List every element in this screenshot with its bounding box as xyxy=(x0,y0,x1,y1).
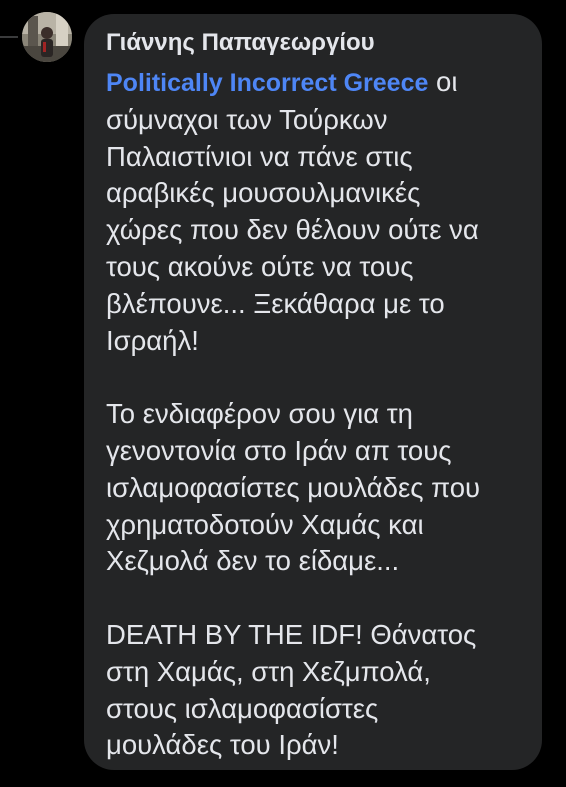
comment-line: σύμναχοι των Τούρκων xyxy=(106,103,388,135)
comment-line: Το ενδιαφέρον σου για τη xyxy=(106,398,413,430)
comment-author-name[interactable]: Γιάννης Παπαγεωργίου xyxy=(106,28,522,58)
page-mention-link[interactable]: Politically Incorrect Greece xyxy=(106,69,428,97)
comment-line: Ισραήλ! xyxy=(106,324,199,356)
comment-line-1: Politically Incorrect Greece οι xyxy=(106,64,526,102)
comment-line: Παλαιστίνιοι να πάνε στις xyxy=(106,140,413,172)
profile-photo xyxy=(22,12,72,62)
avatar[interactable] xyxy=(22,12,72,62)
comment-line: DEATH BY THE IDF! Θάνατος xyxy=(106,618,477,650)
comment-bubble: Γιάννης Παπαγεωργίου Politically Incorre… xyxy=(84,14,542,770)
comment-line: στη Χαμάς, στη Χεζμπολά, xyxy=(106,655,431,687)
comment-line: τους ακούνε ούτε να τους xyxy=(106,250,414,282)
comment-line: αραβικές μουσουλμανικές xyxy=(106,177,421,209)
comment-line: χρηματοδοτούν Χαμάς και xyxy=(106,508,424,540)
comment-line: γενοντονία στο Ιράν απ τους xyxy=(106,434,452,466)
comment-line: στους ισλαμοφασίστες xyxy=(106,692,379,724)
comment-line: βλέπουνε... Ξεκάθαρα με το xyxy=(106,287,445,319)
comment-line: χώρες που δεν θέλουν ούτε να xyxy=(106,214,479,246)
comment-text-fragment: οι xyxy=(428,66,458,97)
comment-line: ισλαμοφασίστες μουλάδες που xyxy=(106,471,481,503)
comment-body: Politically Incorrect Greece οι σύμναχοι… xyxy=(106,64,526,764)
thread-connector-line xyxy=(0,36,18,38)
comment-line: μουλάδες του Ιράν! xyxy=(106,729,339,761)
comment-line: Χεζμολά δεν το είδαμε... xyxy=(106,545,400,577)
